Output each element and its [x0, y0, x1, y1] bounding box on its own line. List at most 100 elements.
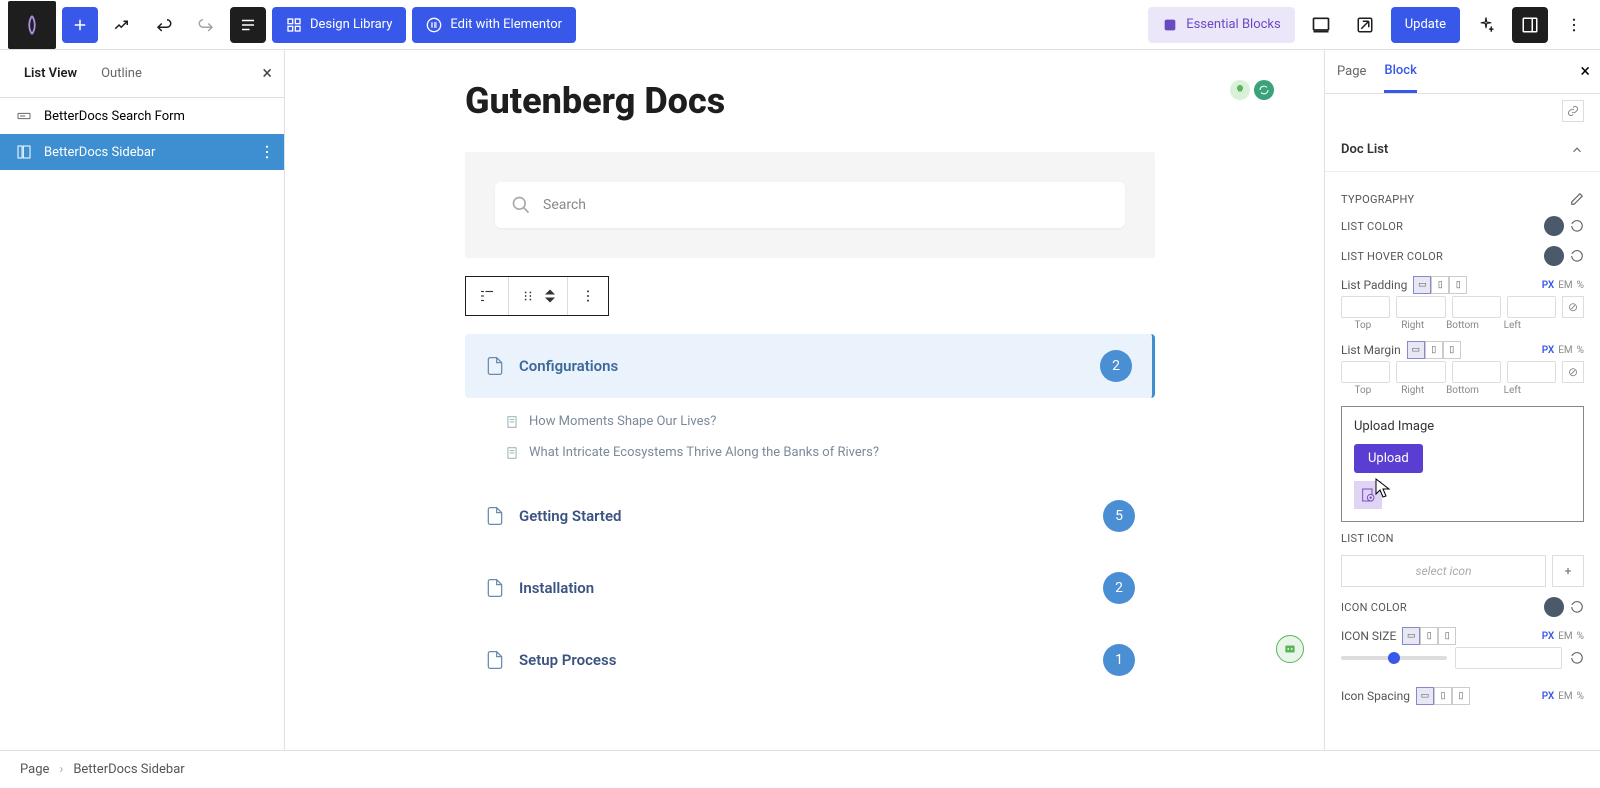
icon-spacing-row: Icon Spacing ▭ ▯ ▯ PX EM %: [1341, 687, 1584, 705]
essential-blocks-button[interactable]: Essential Blocks: [1148, 7, 1295, 43]
select-icon-input[interactable]: select icon: [1341, 555, 1546, 587]
section-title: Doc List: [1341, 142, 1388, 157]
tab-block[interactable]: Block: [1384, 50, 1416, 93]
unit-em[interactable]: EM: [1558, 345, 1572, 356]
doc-category-getting-started[interactable]: Getting Started 5: [465, 484, 1155, 548]
close-left-panel-icon[interactable]: ×: [262, 63, 272, 84]
list-color-swatch[interactable]: [1544, 216, 1564, 236]
tablet-icon[interactable]: ▯: [1420, 627, 1438, 645]
desktop-icon[interactable]: ▭: [1413, 276, 1431, 294]
list-hover-color-swatch[interactable]: [1544, 246, 1564, 266]
unit-pct[interactable]: %: [1577, 345, 1584, 356]
mobile-icon[interactable]: ▯: [1452, 687, 1470, 705]
reset-icon[interactable]: [1570, 219, 1584, 233]
doc-article[interactable]: How Moments Shape Our Lives?: [505, 406, 1324, 437]
tree-item-more-icon[interactable]: [258, 143, 276, 161]
undo-icon[interactable]: [146, 7, 182, 43]
reset-icon[interactable]: [1570, 600, 1584, 614]
unit-pct[interactable]: %: [1577, 280, 1584, 291]
upload-preview-icon[interactable]: [1354, 481, 1382, 509]
update-button[interactable]: Update: [1391, 7, 1460, 43]
section-doc-list[interactable]: Doc List: [1325, 128, 1600, 172]
move-arrows[interactable]: [545, 288, 555, 304]
page-title[interactable]: Gutenberg Docs: [465, 80, 1324, 122]
unit-em[interactable]: EM: [1558, 691, 1572, 702]
editor-canvas: Gutenberg Docs Search: [285, 50, 1324, 750]
unit-px[interactable]: PX: [1542, 691, 1555, 702]
toolbar-left: Design Library Edit with Elementor: [8, 1, 576, 49]
block-more-icon[interactable]: [568, 277, 608, 315]
site-logo[interactable]: [8, 1, 56, 49]
breadcrumb-sep-icon: ›: [59, 762, 63, 777]
icon-size-slider[interactable]: [1341, 656, 1447, 660]
doc-category-setup[interactable]: Setup Process 1: [465, 628, 1155, 692]
link-icon[interactable]: [1562, 100, 1584, 122]
design-library-button[interactable]: Design Library: [272, 7, 406, 43]
upload-button[interactable]: Upload: [1354, 444, 1423, 473]
link-values-icon[interactable]: ⊘: [1562, 296, 1584, 318]
block-type-icon[interactable]: [466, 277, 509, 315]
reset-icon[interactable]: [1570, 249, 1584, 263]
select-icon-row: select icon +: [1341, 555, 1584, 587]
desktop-icon[interactable]: ▭: [1416, 687, 1434, 705]
padding-right-input[interactable]: [1396, 296, 1445, 318]
external-view-icon[interactable]: [1347, 7, 1383, 43]
mobile-icon[interactable]: ▯: [1443, 341, 1461, 359]
doc-category-configurations[interactable]: Configurations 2: [465, 334, 1155, 398]
settings-sidebar-toggle-icon[interactable]: [1512, 7, 1548, 43]
unit-px[interactable]: PX: [1542, 280, 1555, 291]
breadcrumb-page[interactable]: Page: [20, 762, 49, 777]
ai-icon[interactable]: [1468, 7, 1504, 43]
tab-outline[interactable]: Outline: [89, 50, 154, 97]
unit-px[interactable]: PX: [1542, 345, 1555, 356]
redo-icon[interactable]: [188, 7, 224, 43]
unit-em[interactable]: EM: [1558, 631, 1572, 642]
search-input[interactable]: Search: [495, 182, 1125, 228]
top-toolbar: Design Library Edit with Elementor Essen…: [0, 0, 1600, 50]
more-options-icon[interactable]: [1556, 7, 1592, 43]
unit-pct[interactable]: %: [1577, 631, 1584, 642]
desktop-icon[interactable]: ▭: [1402, 627, 1420, 645]
mobile-icon[interactable]: ▯: [1438, 627, 1456, 645]
tab-page[interactable]: Page: [1337, 50, 1366, 93]
drag-handle-icon[interactable]: [509, 277, 568, 315]
pencil-icon[interactable]: [1570, 192, 1584, 206]
article-icon: [505, 446, 519, 460]
margin-bottom-input[interactable]: [1452, 361, 1501, 383]
unit-em[interactable]: EM: [1558, 280, 1572, 291]
breadcrumb-block[interactable]: BetterDocs Sidebar: [73, 762, 184, 777]
doc-category-installation[interactable]: Installation 2: [465, 556, 1155, 620]
tablet-icon[interactable]: ▯: [1425, 341, 1443, 359]
mobile-icon[interactable]: ▯: [1449, 276, 1467, 294]
badge-light-icon[interactable]: [1230, 80, 1250, 100]
tablet-icon[interactable]: ▯: [1431, 276, 1449, 294]
padding-left-input[interactable]: [1507, 296, 1556, 318]
tree-item-sidebar[interactable]: BetterDocs Sidebar: [0, 134, 284, 170]
close-right-panel-icon[interactable]: ×: [1580, 61, 1590, 82]
tree-item-search-form[interactable]: BetterDocs Search Form: [0, 98, 284, 134]
unit-px[interactable]: PX: [1542, 631, 1555, 642]
tab-list-view[interactable]: List View: [12, 50, 89, 97]
icon-size-input[interactable]: [1455, 647, 1563, 669]
badge-refresh-icon[interactable]: [1254, 80, 1274, 100]
desktop-icon[interactable]: ▭: [1407, 341, 1425, 359]
tablet-icon[interactable]: ▯: [1434, 687, 1452, 705]
unit-pct[interactable]: %: [1577, 691, 1584, 702]
padding-bottom-input[interactable]: [1452, 296, 1501, 318]
icon-color-swatch[interactable]: [1544, 597, 1564, 617]
chat-assist-icon[interactable]: [1276, 635, 1304, 663]
reset-icon[interactable]: [1570, 651, 1584, 665]
edit-elementor-button[interactable]: Edit with Elementor: [412, 7, 576, 43]
margin-right-input[interactable]: [1396, 361, 1445, 383]
margin-top-input[interactable]: [1341, 361, 1390, 383]
doc-article[interactable]: What Intricate Ecosystems Thrive Along t…: [505, 437, 1324, 468]
unit-group: PX EM %: [1542, 280, 1584, 291]
add-icon-button[interactable]: +: [1552, 555, 1584, 587]
list-view-toggle-icon[interactable]: [230, 7, 266, 43]
add-block-button[interactable]: [62, 7, 98, 43]
padding-top-input[interactable]: [1341, 296, 1390, 318]
link-values-icon[interactable]: ⊘: [1562, 361, 1584, 383]
device-preview-icon[interactable]: [1303, 7, 1339, 43]
edit-mode-icon[interactable]: [104, 7, 140, 43]
margin-left-input[interactable]: [1507, 361, 1556, 383]
